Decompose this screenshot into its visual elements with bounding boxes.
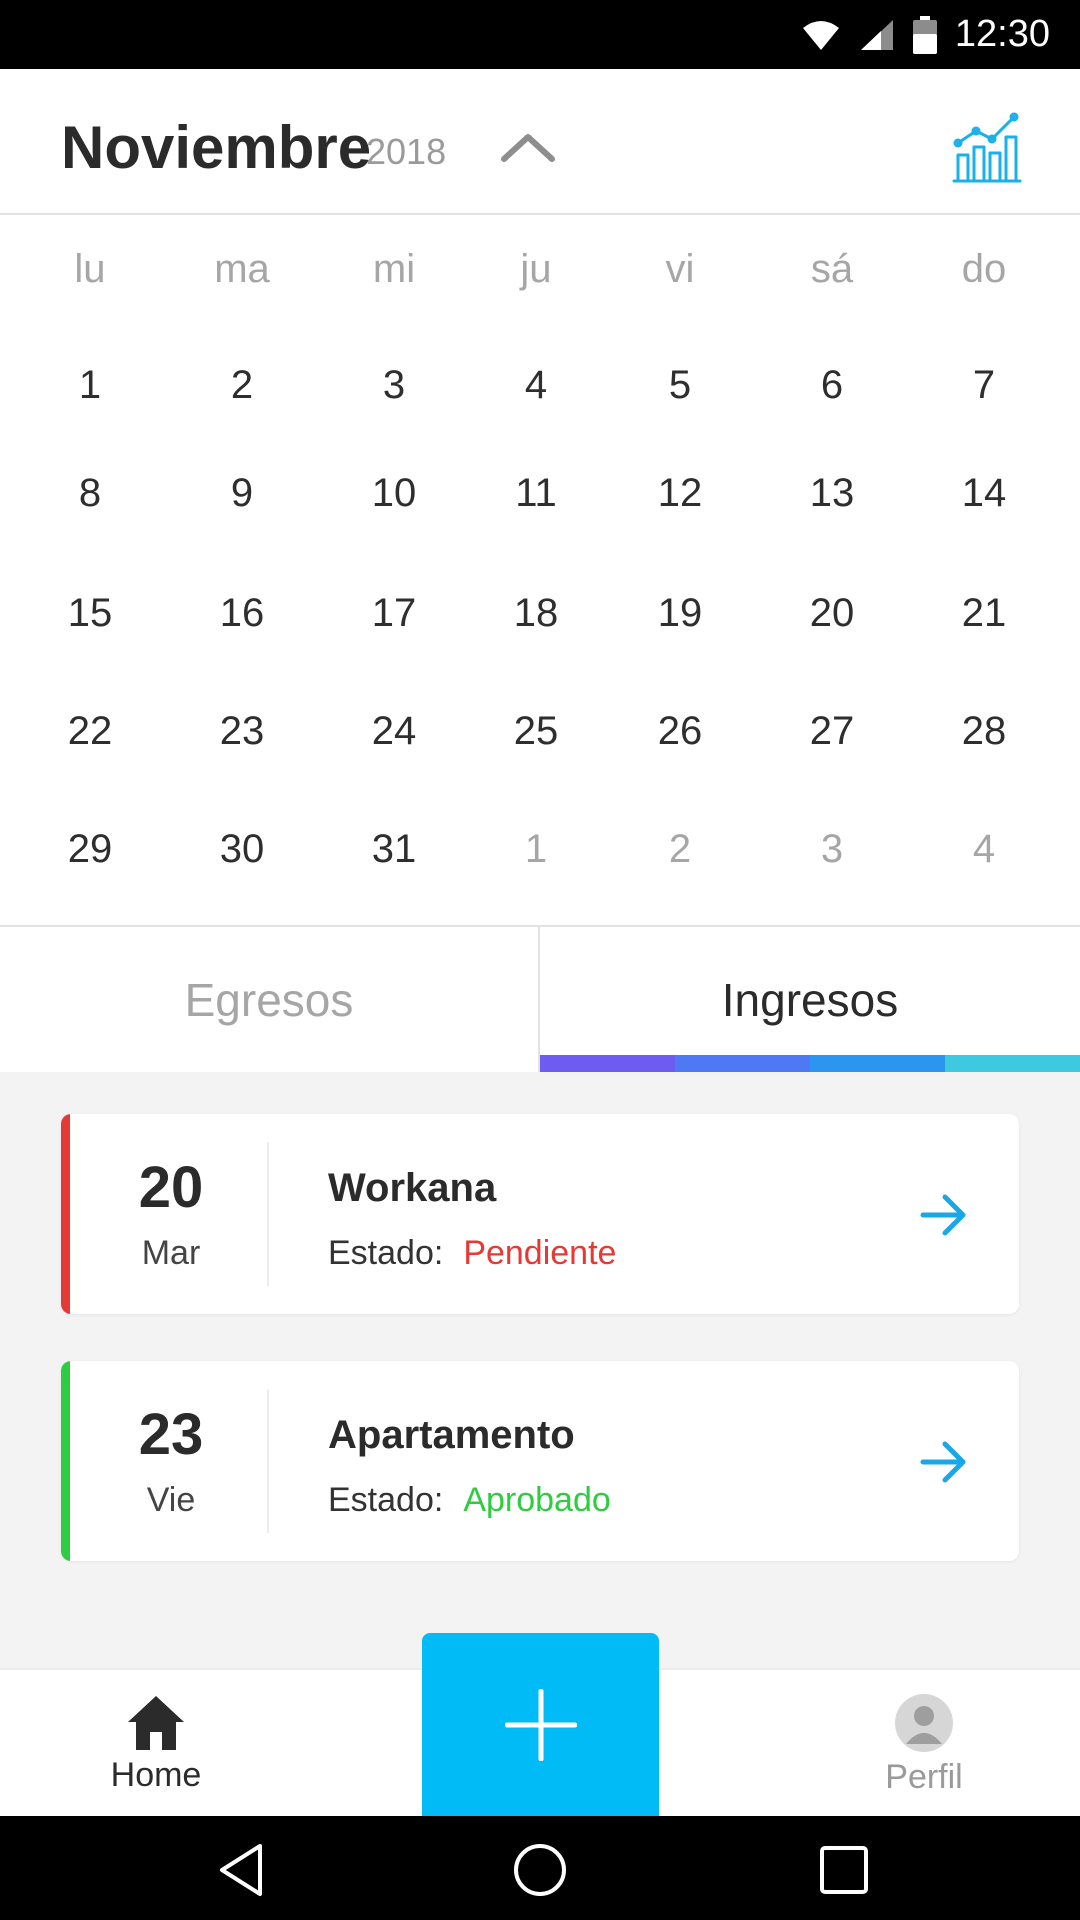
plus-icon bbox=[504, 1688, 577, 1761]
calendar-day-other-month[interactable]: 4 bbox=[908, 827, 1060, 872]
calendar-day[interactable]: 27 bbox=[756, 709, 908, 754]
calendar-day[interactable]: 8 bbox=[14, 471, 166, 516]
system-nav-bar bbox=[0, 1816, 1080, 1920]
calendar-day[interactable]: 15 bbox=[14, 591, 166, 636]
nav-profile-label: Perfil bbox=[885, 1758, 963, 1796]
weekday-header: vi bbox=[665, 247, 695, 291]
calendar-header: Noviembre 2018 bbox=[0, 69, 1080, 215]
tab-bar: Egresos Ingresos bbox=[0, 927, 1080, 1072]
calendar-day[interactable]: 19 bbox=[604, 591, 756, 636]
recents-icon[interactable] bbox=[816, 1842, 872, 1898]
calendar-day[interactable]: 20 bbox=[756, 591, 908, 636]
home-circle-icon[interactable] bbox=[512, 1842, 568, 1898]
avatar-icon bbox=[895, 1694, 953, 1752]
calendar-day[interactable]: 21 bbox=[908, 591, 1060, 636]
status-bar: 12:30 bbox=[0, 0, 1080, 69]
card-status-row: Estado: Pendiente bbox=[328, 1234, 616, 1273]
card-title: Workana bbox=[328, 1166, 497, 1210]
stats-chart-icon[interactable] bbox=[950, 111, 1024, 185]
calendar-day[interactable]: 11 bbox=[460, 471, 612, 516]
card-title: Apartamento bbox=[328, 1413, 575, 1457]
card-day: 23 bbox=[138, 1402, 204, 1467]
arrow-right-icon[interactable] bbox=[919, 1192, 969, 1238]
status-time: 12:30 bbox=[954, 13, 1050, 55]
calendar-day[interactable]: 26 bbox=[604, 709, 756, 754]
calendar-day-other-month[interactable]: 1 bbox=[460, 827, 612, 872]
nav-home-label: Home bbox=[110, 1756, 202, 1794]
calendar-day[interactable]: 25 bbox=[460, 709, 612, 754]
tab-indicator-segment bbox=[675, 1055, 810, 1072]
card-day: 20 bbox=[138, 1155, 204, 1220]
month-title: Noviembre bbox=[61, 114, 372, 181]
battery-icon bbox=[912, 15, 937, 54]
card-status-label: Estado: bbox=[328, 1481, 444, 1519]
calendar-day[interactable]: 5 bbox=[604, 363, 756, 408]
weekday-header: sá bbox=[810, 247, 854, 291]
card-status-stripe bbox=[61, 1114, 70, 1314]
calendar-day[interactable]: 1 bbox=[14, 363, 166, 408]
card-weekday: Mar bbox=[141, 1234, 201, 1272]
tab-indicator-segment bbox=[540, 1055, 675, 1072]
calendar-day[interactable]: 4 bbox=[460, 363, 612, 408]
card-status-value: Pendiente bbox=[463, 1234, 617, 1272]
calendar-day[interactable]: 3 bbox=[318, 363, 470, 408]
calendar-day-other-month[interactable]: 3 bbox=[756, 827, 908, 872]
calendar-day[interactable]: 9 bbox=[166, 471, 318, 516]
card-divider bbox=[267, 1142, 269, 1286]
home-icon bbox=[128, 1696, 184, 1750]
calendar-grid: lu ma mi ju vi sá do 1 2 3 4 5 6 7 8 9 10 11 12 13 14 15 16 17 1… bbox=[0, 215, 1080, 927]
card-weekday: Vie bbox=[146, 1481, 196, 1519]
calendar-day[interactable]: 13 bbox=[756, 471, 908, 516]
card-status-value: Aprobado bbox=[463, 1481, 611, 1519]
calendar-day[interactable]: 6 bbox=[756, 363, 908, 408]
calendar-day[interactable]: 31 bbox=[318, 827, 470, 872]
status-icons: 12:30 bbox=[801, 0, 1050, 69]
tab-ingresos[interactable]: Ingresos bbox=[540, 927, 1080, 1072]
calendar-day[interactable]: 29 bbox=[14, 827, 166, 872]
nav-home[interactable]: Home bbox=[96, 1688, 216, 1808]
calendar-day[interactable]: 30 bbox=[166, 827, 318, 872]
weekday-header: lu bbox=[74, 247, 106, 291]
card-status-label: Estado: bbox=[328, 1234, 444, 1272]
calendar-day[interactable]: 28 bbox=[908, 709, 1060, 754]
arrow-right-icon[interactable] bbox=[919, 1439, 969, 1485]
tab-active-indicator bbox=[540, 1055, 1080, 1072]
tab-egresos[interactable]: Egresos bbox=[0, 927, 538, 1072]
card-status-row: Estado: Aprobado bbox=[328, 1481, 611, 1520]
transaction-card[interactable]: 23 Vie Apartamento Estado: Aprobado bbox=[61, 1361, 1019, 1561]
calendar-day[interactable]: 7 bbox=[908, 363, 1060, 408]
calendar-day[interactable]: 24 bbox=[318, 709, 470, 754]
calendar-day[interactable]: 10 bbox=[318, 471, 470, 516]
calendar-day[interactable]: 12 bbox=[604, 471, 756, 516]
weekday-header: do bbox=[961, 247, 1007, 291]
weekday-header: ju bbox=[520, 247, 552, 291]
transaction-card[interactable]: 20 Mar Workana Estado: Pendiente bbox=[61, 1114, 1019, 1314]
card-status-stripe bbox=[61, 1361, 70, 1561]
weekday-header: mi bbox=[372, 247, 416, 291]
wifi-icon bbox=[802, 20, 839, 50]
calendar-day-other-month[interactable]: 2 bbox=[604, 827, 756, 872]
add-transaction-button[interactable] bbox=[422, 1633, 659, 1816]
calendar-day[interactable]: 17 bbox=[318, 591, 470, 636]
calendar-day[interactable]: 16 bbox=[166, 591, 318, 636]
tab-indicator-segment bbox=[945, 1055, 1080, 1072]
card-divider bbox=[267, 1389, 269, 1533]
calendar-day[interactable]: 18 bbox=[460, 591, 612, 636]
year-label: 2018 bbox=[366, 131, 447, 172]
calendar-day[interactable]: 22 bbox=[14, 709, 166, 754]
signal-icon bbox=[860, 19, 893, 50]
calendar-day[interactable]: 23 bbox=[166, 709, 318, 754]
calendar-day[interactable]: 2 bbox=[166, 363, 318, 408]
calendar-day[interactable]: 14 bbox=[908, 471, 1060, 516]
tab-indicator-segment bbox=[810, 1055, 945, 1072]
nav-profile[interactable]: Perfil bbox=[864, 1688, 984, 1808]
back-icon[interactable] bbox=[214, 1842, 270, 1898]
chevron-up-icon[interactable] bbox=[500, 129, 556, 165]
weekday-header: ma bbox=[214, 247, 270, 291]
